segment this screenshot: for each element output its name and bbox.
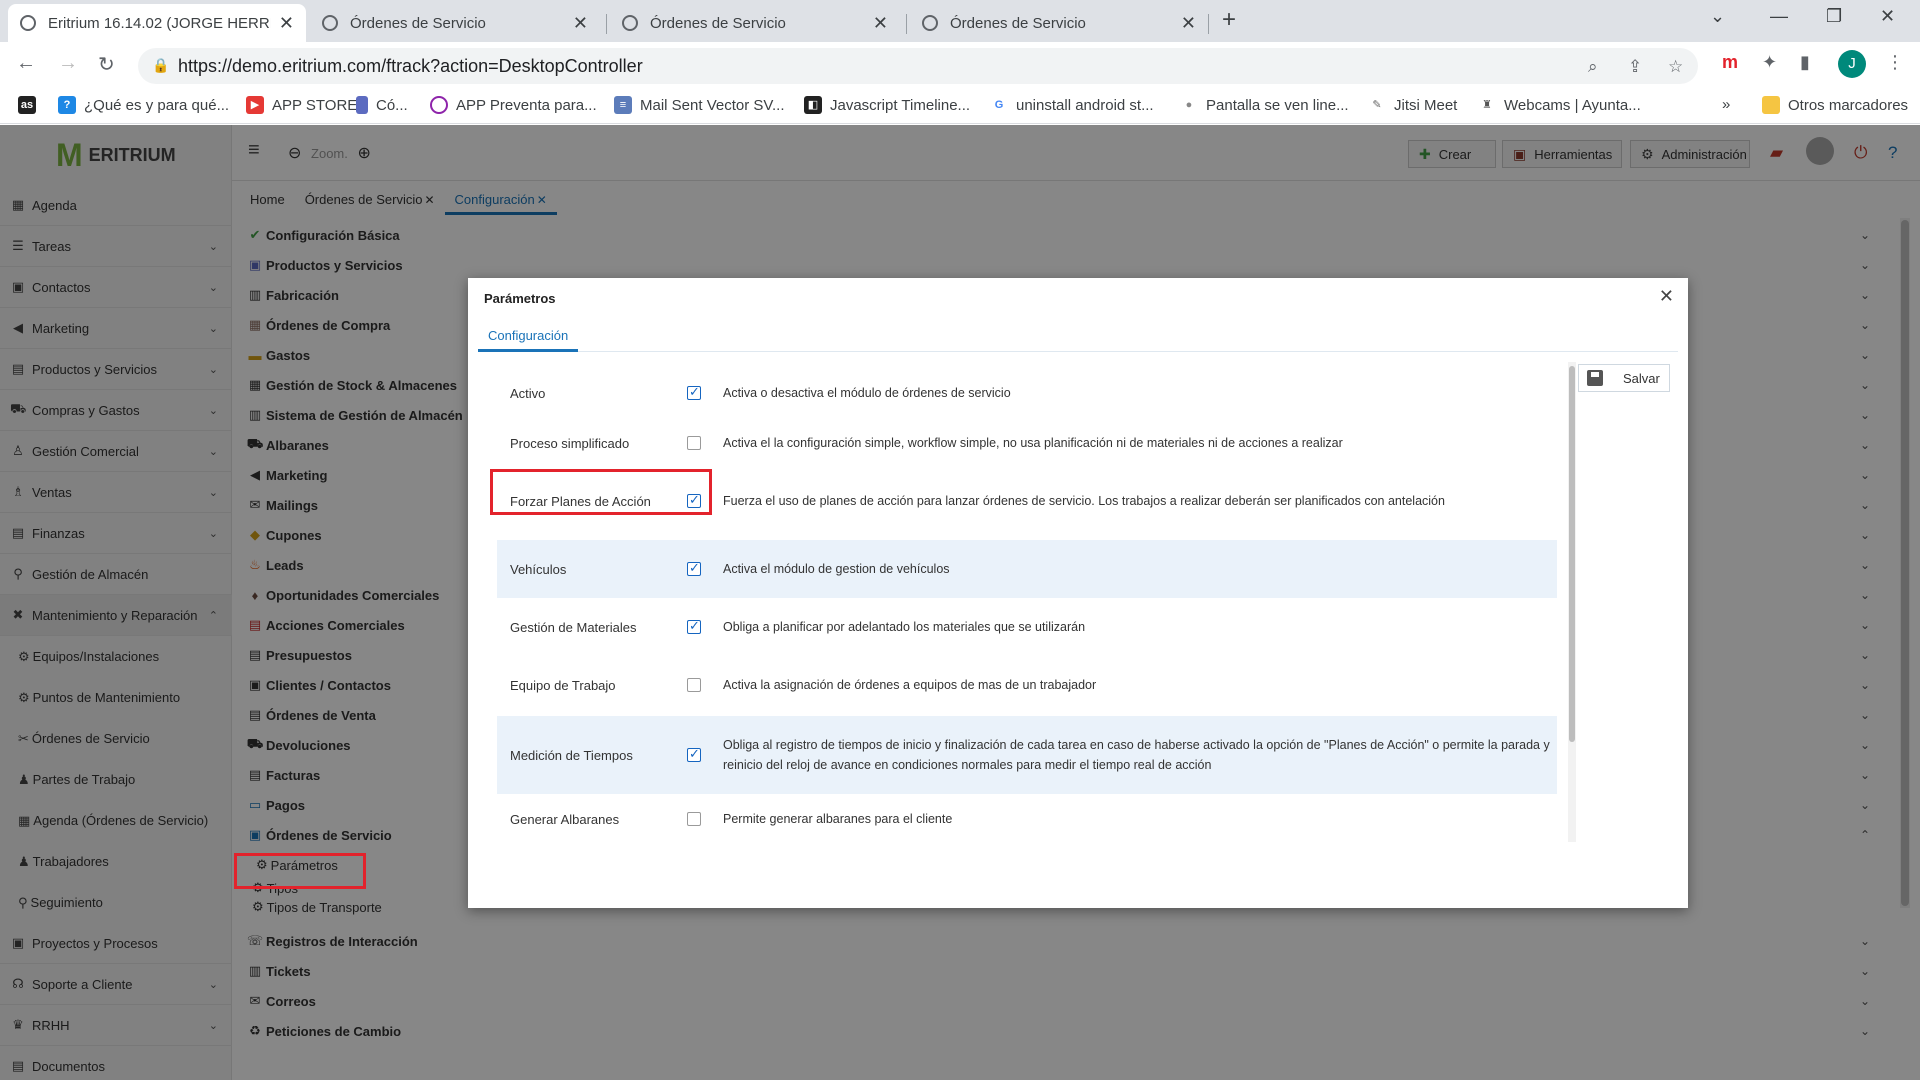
zoom-icon[interactable]: ⌕ <box>1588 57 1598 77</box>
bookmark-app-store[interactable]: ▶ APP STORE <box>246 96 357 114</box>
tab-separator <box>1208 14 1209 34</box>
youtube-icon: ▶ <box>246 96 264 114</box>
globe-icon <box>322 15 338 31</box>
equipo-trabajo-checkbox[interactable] <box>687 678 701 692</box>
vehiculos-checkbox[interactable] <box>687 560 701 576</box>
tab-title: Órdenes de Servicio <box>650 14 786 32</box>
activo-checkbox[interactable] <box>687 384 701 400</box>
bookmark-uninstall-android[interactable]: Guninstall android st... <box>990 96 1154 114</box>
generar-albaranes-checkbox[interactable] <box>687 812 701 826</box>
bookmark-icon <box>356 96 368 114</box>
share-icon[interactable]: ⇪ <box>1628 57 1642 77</box>
tab-separator <box>606 14 607 34</box>
bookmark-icon <box>430 96 448 114</box>
apple-icon: ● <box>1180 96 1198 114</box>
bookmark-app-preventa[interactable]: APP Preventa para... <box>430 96 597 114</box>
gestion-materiales-checkbox[interactable] <box>687 618 701 634</box>
bookmark-icon: ? <box>58 96 76 114</box>
sidepanel-icon[interactable]: ▮ <box>1800 52 1810 73</box>
bookmark-javascript-timeline[interactable]: ◧ Javascript Timeline... <box>804 96 970 114</box>
param-row-generar-albaranes: Generar Albaranes Permite generar albara… <box>510 811 953 827</box>
bookmark-webcams[interactable]: ♜ Webcams | Ayunta... <box>1478 96 1641 114</box>
bookmark-co[interactable]: Có... <box>356 96 408 114</box>
floppy-disk-icon <box>1587 370 1603 386</box>
globe-icon <box>922 15 938 31</box>
star-icon[interactable]: ☆ <box>1668 57 1683 77</box>
browser-toolbar: ← → ↻ 🔒 https://demo.eritrium.com/ftrack… <box>0 42 1920 90</box>
reload-icon[interactable]: ↻ <box>98 52 115 77</box>
parametros-dialog: Parámetros ✕ Configuración Activo Activa… <box>468 278 1688 908</box>
tab-title: Órdenes de Servicio <box>950 14 1086 32</box>
browser-tab-ordenes-1[interactable]: Órdenes de Servicio ✕ <box>310 4 600 42</box>
tab-title: Eritrium 16.14.02 (JORGE HERREF <box>48 14 271 32</box>
new-tab-icon[interactable]: + <box>1222 6 1236 34</box>
browser-tab-eritrium[interactable]: Eritrium 16.14.02 (JORGE HERREF ✕ <box>8 4 306 42</box>
profile-avatar[interactable]: J <box>1838 50 1866 78</box>
bookmark-mail-sent[interactable]: ≡ Mail Sent Vector SV... <box>614 96 785 114</box>
close-window-icon[interactable]: ✕ <box>1880 6 1895 27</box>
highlight-parametros <box>234 853 366 889</box>
param-row-proceso-simplificado: Proceso simplificado Activa el la config… <box>510 435 1343 451</box>
bookmark-icon: ◧ <box>804 96 822 114</box>
bookmark-pantalla[interactable]: ● Pantalla se ven line... <box>1180 96 1349 114</box>
globe-icon <box>622 15 638 31</box>
dialog-scrollbar[interactable] <box>1568 362 1576 842</box>
folder-icon <box>1762 96 1780 114</box>
param-row-activo: Activo Activa o desactiva el módulo de ó… <box>497 372 1557 414</box>
tab-close-icon[interactable]: ✕ <box>1181 13 1196 34</box>
bookmarks-overflow[interactable]: » <box>1722 96 1730 113</box>
extensions-puzzle-icon[interactable]: ✦ <box>1762 52 1777 73</box>
param-row-gestion-materiales: Gestión de Materiales Obliga a planifica… <box>497 598 1557 656</box>
tab-close-icon[interactable]: ✕ <box>279 13 294 34</box>
tab-close-icon[interactable]: ✕ <box>873 13 888 34</box>
scrollbar-thumb[interactable] <box>1569 366 1575 742</box>
dialog-tabs: Configuración <box>478 322 1678 352</box>
bookmark-que-es[interactable]: ? ¿Qué es y para qué... <box>58 96 229 114</box>
proceso-simplificado-checkbox[interactable] <box>687 436 701 450</box>
param-row-equipo-trabajo: Equipo de Trabajo Activa la asignación d… <box>510 677 1097 693</box>
browser-tab-ordenes-3[interactable]: Órdenes de Servicio ✕ <box>910 4 1208 42</box>
param-row-medicion-tiempos: Medición de Tiempos Obliga al registro d… <box>497 716 1557 794</box>
param-row-vehiculos: Vehículos Activa el módulo de gestion de… <box>497 540 1557 598</box>
browser-tab-ordenes-2[interactable]: Órdenes de Servicio ✕ <box>610 4 900 42</box>
dialog-title: Parámetros <box>484 291 556 306</box>
address-bar[interactable]: 🔒 https://demo.eritrium.com/ftrack?actio… <box>138 48 1698 84</box>
minimize-icon[interactable]: — <box>1770 6 1788 27</box>
save-button[interactable]: Salvar <box>1578 364 1670 392</box>
google-icon: G <box>990 96 1008 114</box>
other-bookmarks[interactable]: Otros marcadores <box>1762 96 1908 114</box>
bookmark-as-icon[interactable]: as <box>18 96 44 114</box>
browser-tabbar: Eritrium 16.14.02 (JORGE HERREF ✕ Órdene… <box>0 0 1920 42</box>
bookmark-icon: ♜ <box>1478 96 1496 114</box>
url-text: https://demo.eritrium.com/ftrack?action=… <box>178 56 643 76</box>
restore-icon[interactable]: ❐ <box>1826 6 1842 27</box>
globe-icon <box>20 15 36 31</box>
bookmark-icon: ≡ <box>614 96 632 114</box>
bookmarks-bar: as ? ¿Qué es y para qué... ▶ APP STORE Có.… <box>0 90 1920 124</box>
tab-search-chevron-icon[interactable]: ⌄ <box>1710 6 1725 27</box>
highlight-forzar-planes <box>490 469 712 515</box>
tab-title: Órdenes de Servicio <box>350 14 486 32</box>
tab-close-icon[interactable]: ✕ <box>573 13 588 34</box>
menu-kebab-icon[interactable]: ⋮ <box>1886 52 1904 73</box>
extension-m-icon[interactable]: m <box>1722 52 1738 73</box>
back-icon[interactable]: ← <box>16 52 36 75</box>
bookmark-icon: ✎ <box>1368 96 1386 114</box>
bookmark-jitsi[interactable]: ✎ Jitsi Meet <box>1368 96 1457 114</box>
lock-icon: 🔒 <box>152 57 170 73</box>
tab-configuracion[interactable]: Configuración <box>478 322 579 352</box>
close-icon[interactable]: ✕ <box>1659 286 1674 307</box>
medicion-tiempos-checkbox[interactable] <box>687 746 701 762</box>
tab-separator <box>906 14 907 34</box>
forward-icon[interactable]: → <box>58 52 78 75</box>
